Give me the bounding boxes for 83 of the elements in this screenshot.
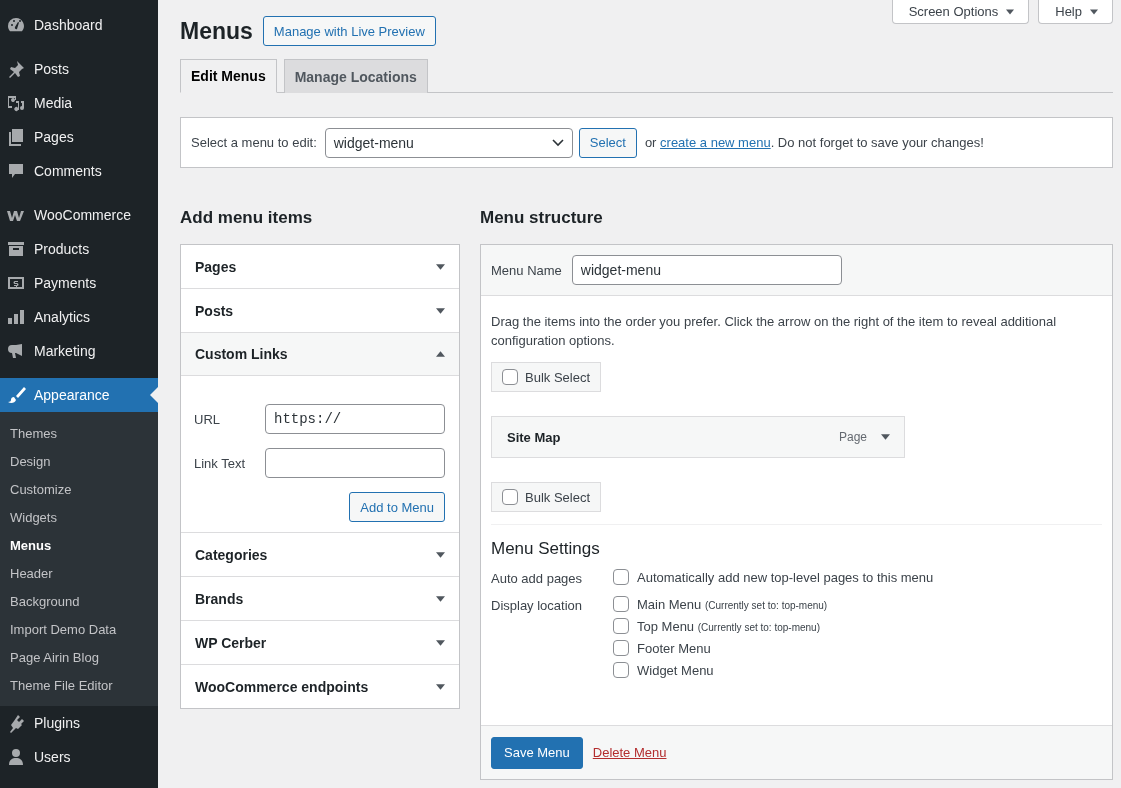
submenu-item[interactable]: Menus	[0, 531, 158, 559]
accordion-header[interactable]: Categories	[181, 533, 459, 576]
checkbox[interactable]	[613, 618, 629, 634]
tab[interactable]: Manage Locations	[283, 59, 428, 93]
caret-icon	[881, 434, 890, 440]
option-label: Widget Menu	[637, 662, 714, 678]
checkbox[interactable]	[502, 369, 518, 385]
submenu-item[interactable]: Background	[0, 587, 158, 615]
sidebar-item[interactable]: Analytics	[0, 300, 158, 334]
archive-box-icon	[6, 239, 26, 259]
sidebar-item[interactable]: WooCommerce	[0, 198, 158, 232]
dropdown-tab[interactable]: Screen Options	[891, 0, 1030, 24]
input-field[interactable]	[265, 448, 445, 478]
checkbox[interactable]	[613, 569, 629, 585]
save-menu-button[interactable]: Save Menu	[491, 736, 583, 769]
dropdown-tab[interactable]: Help	[1038, 0, 1113, 24]
submenu-item[interactable]: Design	[0, 447, 158, 475]
sidebar-item[interactable]: Pages	[0, 120, 158, 154]
bulk-select-control[interactable]: Bulk Select	[491, 482, 602, 512]
input-field[interactable]: https://	[265, 404, 445, 434]
option-label: Footer Menu	[637, 640, 711, 656]
media-icon	[6, 93, 26, 113]
settings-heading: Menu Settings	[491, 539, 601, 559]
person-icon	[6, 747, 26, 767]
menu-item-type: Page	[838, 430, 867, 444]
submenu-item[interactable]: Header	[0, 559, 158, 587]
setting-label: Auto add pages	[491, 570, 584, 586]
sidebar-item[interactable]: Posts	[0, 52, 158, 86]
sidebar-item[interactable]: Payments	[0, 266, 158, 300]
bar-chart-icon	[6, 307, 26, 327]
option-label: Top Menu (Currently set to: top-menu)	[637, 618, 820, 634]
menu-name-field[interactable]: widget-menu	[571, 255, 842, 285]
sidebar-item[interactable]: Users	[0, 740, 158, 774]
section-heading: Menu structure	[480, 208, 604, 228]
field-label: Link Text	[194, 455, 246, 471]
sidebar-item[interactable]: Marketing	[0, 334, 158, 368]
bulk-select-control[interactable]: Bulk Select	[491, 362, 602, 392]
menu-item-title: Site Map	[507, 429, 561, 445]
sidebar-item[interactable]: Appearance	[0, 378, 158, 412]
section-heading: Add menu items	[180, 208, 314, 228]
submenu-item[interactable]: Page Airin Blog	[0, 643, 158, 671]
save-reminder-text: or create a new menu. Do not forget to save your changes!	[644, 135, 984, 150]
option-label: Automatically add new top-level pages to this menu	[637, 569, 934, 585]
create-menu-link[interactable]: create a new menu	[660, 135, 771, 150]
option-label: Main Menu (Currently set to: top-menu)	[637, 596, 828, 612]
checkbox[interactable]	[613, 640, 629, 656]
field-label: URL	[194, 411, 220, 427]
accordion-header[interactable]: Custom Links	[181, 333, 459, 376]
add-to-menu-button[interactable]: Add to Menu	[349, 492, 445, 522]
page-title: Menus	[180, 17, 253, 45]
submenu-item[interactable]: Import Demo Data	[0, 615, 158, 643]
caret-icon	[1090, 8, 1098, 15]
sidebar-item[interactable]: Comments	[0, 154, 158, 188]
checkbox[interactable]	[613, 662, 629, 678]
submenu-item[interactable]: Theme File Editor	[0, 671, 158, 699]
select-button[interactable]: Select	[578, 127, 637, 158]
tab[interactable]: Edit Menus	[180, 59, 277, 93]
accordion-header[interactable]: Posts	[181, 289, 459, 332]
accordion-header[interactable]: WP Cerber	[181, 621, 459, 664]
submenu-item[interactable]: Widgets	[0, 503, 158, 531]
checkbox[interactable]	[613, 596, 629, 612]
accordion-header[interactable]: Brands	[181, 577, 459, 620]
sidebar-item[interactable]: Plugins	[0, 706, 158, 740]
menu-dropdown[interactable]: widget-menu	[324, 127, 573, 158]
submenu-item[interactable]: Customize	[0, 475, 158, 503]
delete-menu-link[interactable]: Delete Menu	[592, 745, 667, 760]
sidebar-item[interactable]: Dashboard	[0, 8, 158, 42]
accordion-header[interactable]: Pages	[181, 245, 459, 288]
instructions-text: Drag the items into the order you prefer. Click the arrow on the right of the item to reveal additional configuration options.	[491, 313, 1058, 350]
pages-icon	[6, 127, 26, 147]
setting-label: Display location	[491, 597, 584, 615]
select-label: Select a menu to edit:	[191, 135, 317, 150]
live-preview-button[interactable]: Manage with Live Preview	[262, 16, 436, 46]
sidebar-item[interactable]: Media	[0, 86, 158, 120]
sidebar-item[interactable]: Products	[0, 232, 158, 266]
field-label: Menu Name	[491, 262, 562, 278]
caret-icon	[1006, 8, 1015, 15]
checkbox[interactable]	[502, 489, 518, 505]
accordion-header[interactable]: WooCommerce endpoints	[181, 665, 459, 708]
chevron-down-icon	[551, 138, 564, 147]
menu-item-bar[interactable]: Site Map Page	[491, 416, 905, 458]
paintbrush-icon	[6, 385, 26, 405]
submenu-item[interactable]: Themes	[0, 419, 158, 447]
